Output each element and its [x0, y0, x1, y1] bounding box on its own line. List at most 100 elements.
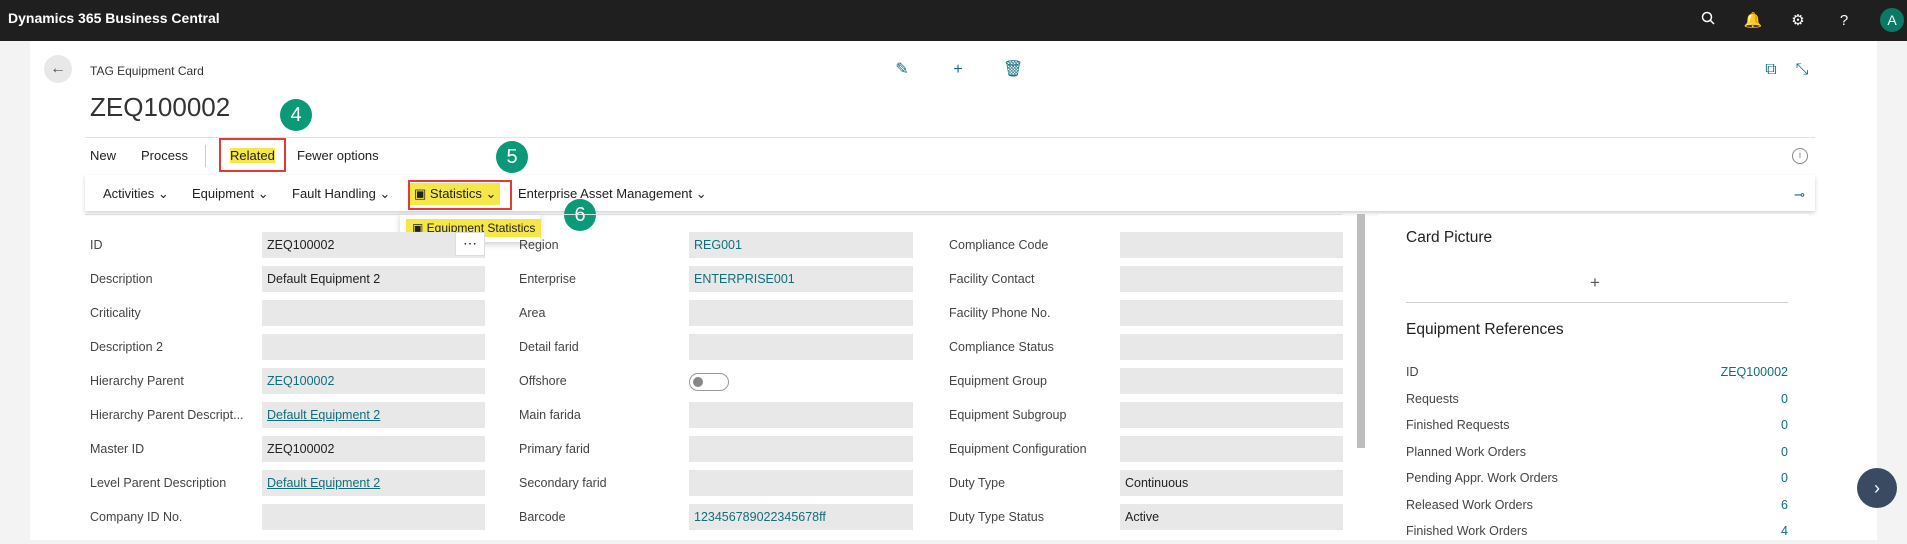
menu-separator	[205, 145, 206, 167]
field-label: Duty Type	[949, 476, 1006, 490]
field-label: Description	[90, 272, 153, 286]
callout-5: 5	[496, 141, 528, 173]
reference-value[interactable]: 0	[1781, 445, 1788, 459]
lookup-button[interactable]: ⋯	[455, 232, 485, 256]
pin-icon[interactable]: ⊸	[1794, 187, 1805, 203]
field-value[interactable]: ZEQ100002	[262, 436, 485, 462]
field-value[interactable]: ZEQ100002	[262, 368, 485, 394]
reference-value[interactable]: 4	[1781, 524, 1788, 538]
field-row: Compliance Code	[949, 232, 1343, 258]
open-new-window-icon[interactable]: ⧉	[1761, 60, 1781, 80]
field-value[interactable]	[1120, 232, 1343, 258]
search-icon[interactable]	[1697, 10, 1719, 32]
offshore-toggle[interactable]	[689, 373, 729, 391]
field-row: Primary farid	[519, 436, 913, 462]
add-picture-icon[interactable]: +	[1590, 273, 1600, 293]
field-value[interactable]	[1120, 300, 1343, 326]
submenu-equipment[interactable]: Equipment ⌄	[192, 186, 269, 202]
reference-value[interactable]: 6	[1781, 498, 1788, 512]
bell-icon[interactable]: 🔔	[1742, 10, 1764, 32]
reference-row: ID ZEQ100002	[1406, 365, 1788, 385]
field-row: Facility Contact	[949, 266, 1343, 292]
reference-row: Requests 0	[1406, 392, 1788, 412]
field-row: Description 2	[90, 334, 485, 360]
field-value[interactable]	[262, 300, 485, 326]
reference-label: Finished Work Orders	[1406, 524, 1528, 538]
action-new[interactable]: New	[90, 148, 116, 163]
field-label: Equipment Subgroup	[949, 408, 1067, 422]
related-submenu: Activities ⌄ Equipment ⌄ Fault Handling …	[85, 175, 1815, 211]
field-value[interactable]	[1120, 436, 1343, 462]
field-value[interactable]	[1120, 266, 1343, 292]
field-value[interactable]: Continuous	[1120, 470, 1343, 496]
field-value[interactable]	[262, 504, 485, 530]
reference-label: Requests	[1406, 391, 1459, 406]
field-row: Detail farid	[519, 334, 913, 360]
field-row: Enterprise ENTERPRISE001	[519, 266, 913, 292]
field-value[interactable]: Default Equipment 2	[262, 402, 485, 428]
field-label: Facility Contact	[949, 272, 1035, 286]
action-process[interactable]: Process	[141, 148, 188, 163]
field-row: Hierarchy Parent ZEQ100002	[90, 368, 485, 394]
callout-4: 4	[280, 99, 312, 131]
field-label: Barcode	[519, 510, 566, 524]
gear-icon[interactable]: ⚙	[1787, 10, 1809, 32]
field-label: Main farida	[519, 408, 581, 422]
field-value[interactable]	[689, 300, 913, 326]
field-label: Description 2	[90, 340, 163, 354]
reference-label: Pending Appr. Work Orders	[1406, 471, 1558, 485]
field-label: Company ID No.	[90, 510, 183, 524]
field-value[interactable]	[689, 470, 913, 496]
field-value[interactable]: Default Equipment 2	[262, 266, 485, 292]
field-value[interactable]	[262, 334, 485, 360]
chevron-right-icon[interactable]: ›	[1857, 468, 1897, 508]
highlight-statistics	[408, 180, 512, 210]
field-value[interactable]	[689, 436, 913, 462]
field-label: Compliance Status	[949, 340, 1054, 354]
help-icon[interactable]: ?	[1833, 10, 1855, 32]
field-value[interactable]: ZEQ100002	[262, 232, 485, 258]
field-value[interactable]: Default Equipment 2	[262, 470, 485, 496]
top-bar: Dynamics 365 Business Central 🔔 ⚙ ? A	[0, 0, 1907, 41]
field-row: Facility Phone No.	[949, 300, 1343, 326]
field-value[interactable]	[1120, 402, 1343, 428]
field-value[interactable]	[1120, 334, 1343, 360]
reference-value[interactable]: 0	[1781, 418, 1788, 432]
avatar[interactable]: A	[1880, 8, 1904, 32]
submenu-eam[interactable]: Enterprise Asset Management ⌄	[518, 186, 707, 202]
delete-icon[interactable]: 🗑	[1003, 60, 1023, 80]
app-title[interactable]: Dynamics 365 Business Central	[8, 10, 220, 26]
field-value[interactable]	[689, 402, 913, 428]
field-row: ID ZEQ100002	[90, 232, 485, 258]
field-row: Criticality	[90, 300, 485, 326]
field-label: Master ID	[90, 442, 145, 456]
field-label: Region	[519, 238, 559, 252]
action-fewer-options[interactable]: Fewer options	[297, 148, 379, 163]
info-icon[interactable]: i	[1792, 148, 1808, 164]
field-label: Enterprise	[519, 272, 576, 286]
edit-icon[interactable]: ✎	[892, 60, 912, 80]
field-value[interactable]: REG001	[689, 232, 913, 258]
submenu-activities[interactable]: Activities ⌄	[103, 186, 169, 202]
field-value[interactable]: Active	[1120, 504, 1343, 530]
field-row: Region REG001	[519, 232, 913, 258]
scrollbar[interactable]	[1357, 214, 1365, 448]
reference-value[interactable]: 0	[1781, 392, 1788, 406]
field-row: Company ID No.	[90, 504, 485, 530]
field-row: Compliance Status	[949, 334, 1343, 360]
field-value[interactable]: ENTERPRISE001	[689, 266, 913, 292]
field-label: Criticality	[90, 306, 141, 320]
reference-label: Released Work Orders	[1406, 497, 1533, 512]
field-label: Hierarchy Parent Descript...	[90, 408, 244, 422]
collapse-icon[interactable]: ⤡	[1792, 60, 1812, 80]
field-label: Offshore	[519, 374, 567, 388]
field-row: Main farida	[519, 402, 913, 428]
field-value[interactable]	[1120, 368, 1343, 394]
reference-value[interactable]: 0	[1781, 471, 1788, 485]
field-value[interactable]	[689, 334, 913, 360]
add-icon[interactable]: +	[948, 60, 968, 80]
reference-value[interactable]: ZEQ100002	[1721, 365, 1788, 379]
field-value[interactable]: 123456789022345678ff	[689, 504, 913, 530]
back-icon[interactable]: ←	[44, 55, 72, 83]
submenu-fault-handling[interactable]: Fault Handling ⌄	[292, 186, 390, 202]
